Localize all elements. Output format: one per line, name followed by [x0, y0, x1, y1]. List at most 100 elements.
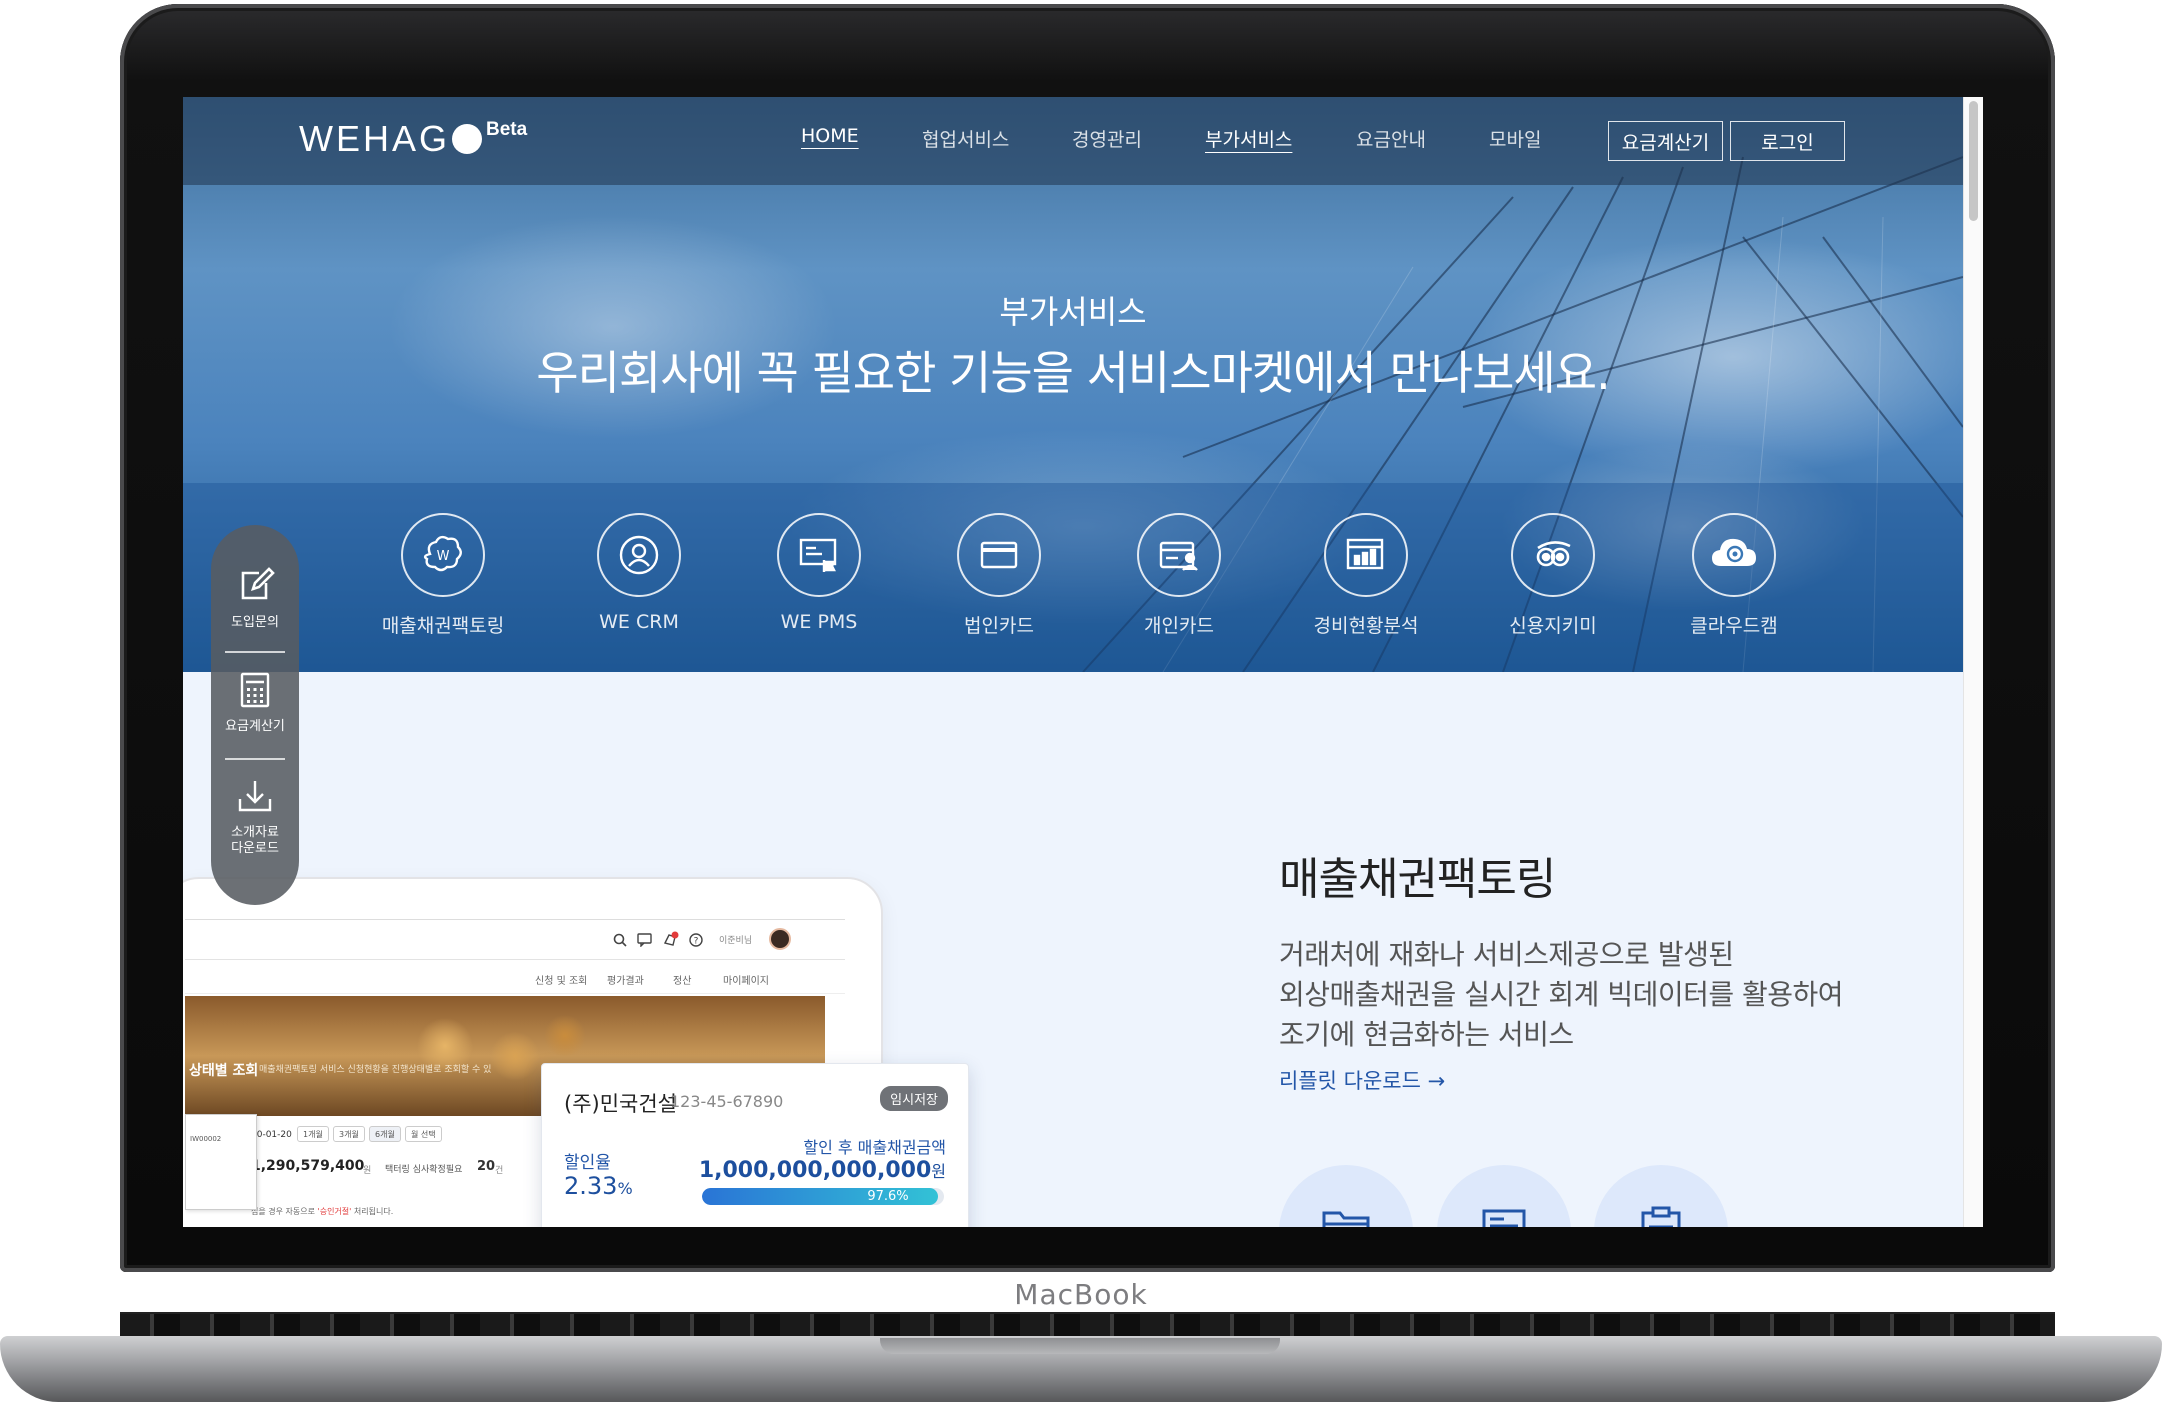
service-we-pms[interactable]: WE PMS [724, 513, 914, 633]
discount-rate-label: 할인율 [564, 1153, 611, 1173]
discounted-amount-label: 할인 후 매출채권금액 [803, 1138, 946, 1157]
service-label: WE CRM [599, 611, 679, 633]
quick-divider [225, 758, 285, 760]
logo-text: WEHAG [299, 118, 451, 159]
laptop-brand: MacBook [1014, 1278, 1148, 1311]
factoring-icon: W [401, 513, 485, 597]
service-corporate-card[interactable]: 법인카드 [904, 513, 1094, 638]
mockup-subnav-item: 정산 [673, 976, 692, 987]
service-label: WE PMS [780, 611, 858, 633]
corporate-card-icon [957, 513, 1041, 597]
discount-calc-card: (주)민국건설 123-45-67890 임시저장 할인율 2.33% 할인 후… [541, 1063, 969, 1227]
svg-text:W: W [437, 549, 450, 564]
business-number: 123-45-67890 [670, 1092, 784, 1111]
nav-pricing[interactable]: 요금안내 [1356, 125, 1426, 152]
hero-title: 우리회사에 꼭 필요한 기능을 서비스마켓에서 만나보세요. [536, 346, 1610, 400]
mockup-subnav-item: 신청 및 조회 [535, 976, 588, 987]
service-label: 경비현황분석 [1313, 615, 1419, 637]
laptop-frame: MacBook WEHAG Beta HOME 협업서비스 경영관리 부가서비스… [0, 0, 2162, 1421]
quick-download[interactable]: 소개자료 다운로드 [211, 777, 299, 857]
nav-home[interactable]: HOME [801, 125, 859, 147]
mockup-amount: 1,290,579,400 [251, 1158, 365, 1174]
service-credit-watch[interactable]: 신용지키미 [1458, 513, 1648, 638]
mockup-period-3m: 3개월 [333, 1126, 365, 1142]
quick-download-label: 소개자료 다운로드 [231, 825, 279, 856]
service-label: 매출채권팩토링 [381, 615, 505, 637]
quick-menu: 도입문의 요금계산기 소개자료 다운로드 [211, 525, 299, 905]
logo-circle-icon [452, 124, 483, 154]
service-list: W 매출채권팩토링 WE CRM WE PMS 법인카드 개인카드 경비현황분석… [183, 483, 1963, 672]
service-factoring[interactable]: W 매출채권팩토링 [348, 513, 538, 638]
discounted-amount: 1,000,000,000,000원 [699, 1158, 946, 1183]
nav-mobile[interactable]: 모바일 [1489, 125, 1541, 152]
service-personal-card[interactable]: 개인카드 [1084, 513, 1274, 638]
wehago-logo[interactable]: WEHAG Beta [299, 117, 527, 161]
price-calculator-button[interactable]: 요금계산기 [1608, 121, 1723, 161]
quick-divider [225, 651, 285, 653]
service-label: 법인카드 [964, 615, 1034, 637]
service-expense-analysis[interactable]: 경비현황분석 [1271, 513, 1461, 638]
discount-rate-unit: % [617, 1179, 633, 1198]
quick-inquiry[interactable]: 도입문의 [211, 565, 299, 631]
chat-icon [637, 933, 652, 947]
cloud-cam-icon [1692, 513, 1776, 597]
mockup-note-suffix: 처리됩니다. [353, 1207, 394, 1216]
svg-text:?: ? [694, 937, 699, 947]
mockup-popup-code: IW00002 [190, 1135, 222, 1143]
edit-icon [241, 567, 275, 600]
help-icon: ? [689, 933, 703, 947]
vertical-scrollbar[interactable] [1963, 97, 1983, 1227]
feature-document [1437, 1165, 1571, 1227]
folder-icon [1322, 1211, 1370, 1227]
hero-subtitle: 부가서비스 [999, 293, 1147, 331]
top-navigation: WEHAG Beta HOME 협업서비스 경영관리 부가서비스 요금안내 모바… [183, 97, 1963, 185]
feature-folder [1279, 1165, 1413, 1227]
mockup-note-prefix: 접을 경우 자동으로 [251, 1207, 315, 1216]
nav-collaboration[interactable]: 협업서비스 [922, 125, 1009, 152]
personal-card-icon [1137, 513, 1221, 597]
browser-screen: WEHAG Beta HOME 협업서비스 경영관리 부가서비스 요금안내 모바… [183, 97, 1983, 1227]
mockup-date: 20-01-20 [251, 1130, 292, 1140]
logo-beta: Beta [486, 119, 528, 140]
feature-clipboard [1594, 1165, 1728, 1227]
laptop-notch [880, 1338, 1280, 1354]
product-title: 매출채권팩토링 [1279, 854, 1556, 905]
company-name: (주)민국건설 [564, 1092, 677, 1116]
mockup-note: 접을 경우 자동으로 '승인거절' 처리됩니다. [251, 1206, 393, 1217]
mockup-pending-unit: 건 [495, 1166, 504, 1176]
mockup-pending-label: 택터링 심사확정필요 [385, 1165, 463, 1175]
description-line: 외상매출채권을 실시간 회계 빅데이터를 활용하여 [1279, 978, 1844, 1011]
download-icon [238, 781, 272, 812]
login-button[interactable]: 로그인 [1730, 121, 1845, 161]
status-badge: 임시저장 [880, 1086, 948, 1111]
mockup-subnav-item: 평가결과 [607, 976, 644, 987]
mockup-subnav-item: 마이페이지 [723, 976, 769, 987]
discounted-amount-unit: 원 [931, 1162, 946, 1181]
credit-watch-icon [1511, 513, 1595, 597]
discount-rate-value: 2.33 [564, 1172, 618, 1200]
quick-calculator[interactable]: 요금계산기 [211, 671, 299, 735]
mockup-banner-desc: 매출채권팩토링 서비스 신청현황을 진행상태별로 조회할 수 있 [259, 1065, 492, 1075]
product-description: 거래처에 재화나 서비스제공으로 발생된 외상매출채권을 실시간 회계 빅데이터… [1279, 935, 1899, 1055]
service-we-crm[interactable]: WE CRM [544, 513, 734, 633]
mockup-note-highlight: '승인거절' [317, 1207, 352, 1216]
progress-text: 97.6% [867, 1189, 909, 1204]
quick-calculator-label: 요금계산기 [225, 719, 285, 734]
pms-icon [777, 513, 861, 597]
mockup-banner-title: 상태별 조회 [189, 1063, 259, 1079]
leaflet-download-link[interactable]: 리플릿 다운로드 → [1279, 1065, 1445, 1095]
scrollbar-thumb[interactable] [1969, 101, 1978, 221]
description-line: 조기에 현금화하는 서비스 [1279, 1018, 1574, 1051]
nav-management[interactable]: 경영관리 [1072, 125, 1142, 152]
mockup-period-1m: 1개월 [297, 1126, 329, 1142]
nav-addon-services[interactable]: 부가서비스 [1205, 125, 1292, 152]
search-icon [613, 933, 627, 947]
calculator-icon [240, 672, 270, 708]
document-list-icon [1482, 1209, 1526, 1227]
service-label: 신용지키미 [1509, 615, 1597, 637]
mockup-popup: IW00002 [185, 1114, 257, 1210]
service-cloud-cam[interactable]: 클라우드캠 [1639, 513, 1829, 638]
mockup-toolbar: ? 이준비님 [185, 920, 845, 960]
progress-bar: 97.6% [702, 1188, 944, 1205]
description-line: 거래처에 재화나 서비스제공으로 발생된 [1279, 938, 1734, 971]
